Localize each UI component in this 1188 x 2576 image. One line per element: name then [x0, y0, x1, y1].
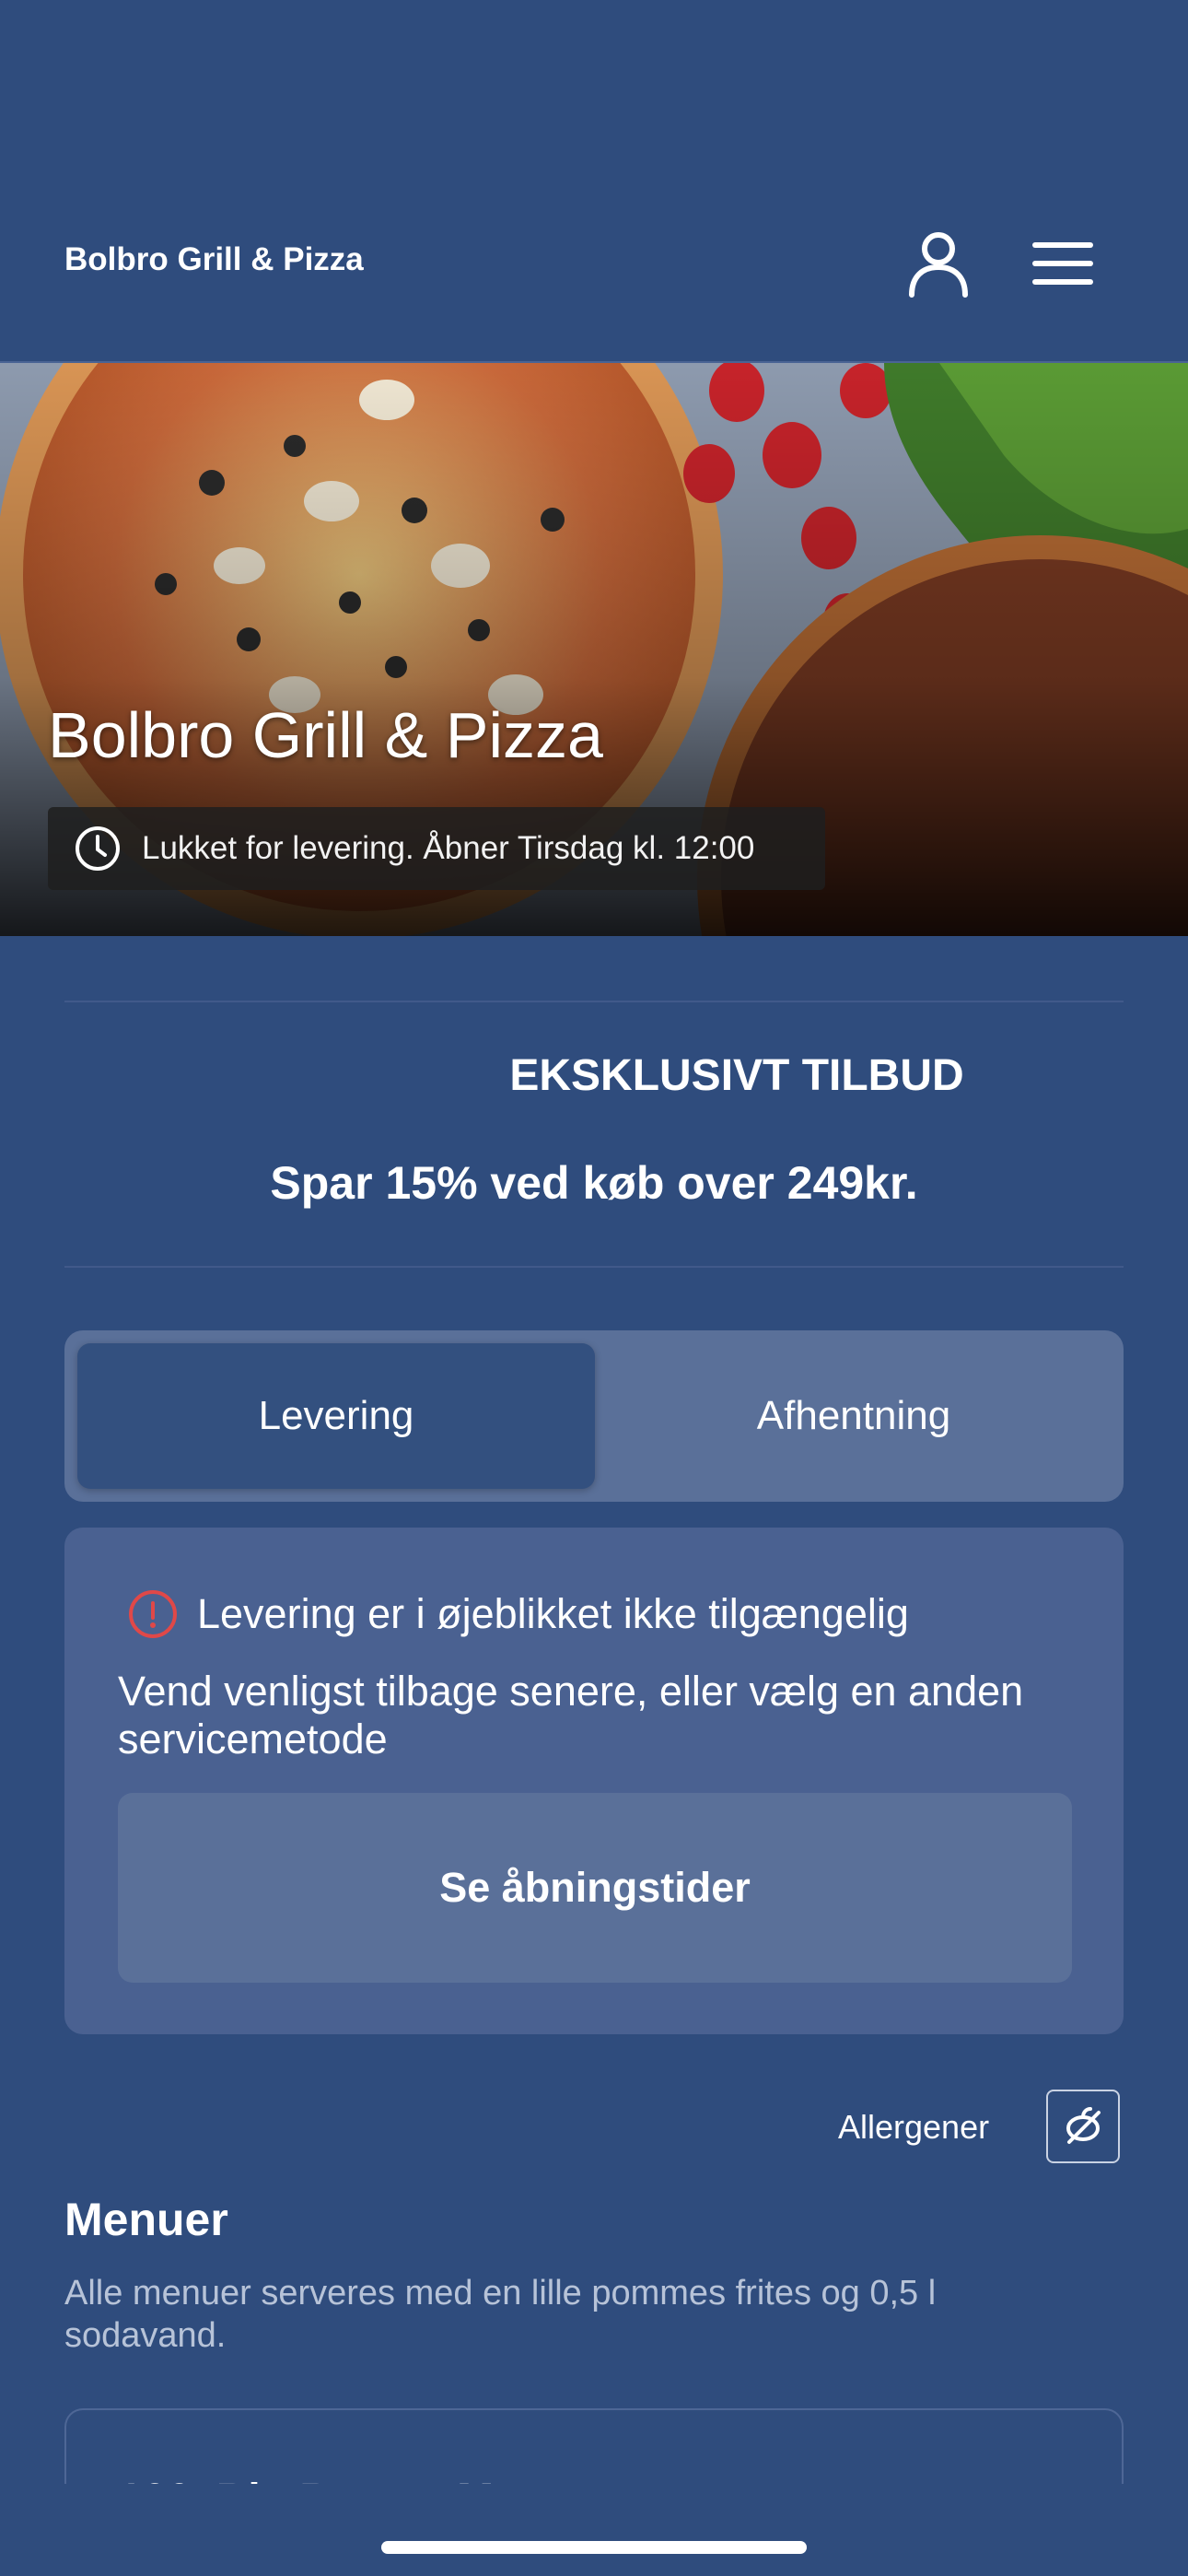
menu-button[interactable] — [1028, 236, 1098, 291]
app-header: Bolbro Grill & Pizza — [0, 0, 1188, 363]
section-description: Alle menuer serveres med en lille pommes… — [64, 2274, 937, 2355]
notice-title: Levering er i øjeblikket ikke tilgængeli… — [197, 1590, 909, 1637]
notice-body: Vend venligst tilbage senere, eller vælg… — [118, 1668, 1024, 1762]
allergens-label[interactable]: Allergener — [838, 2108, 989, 2147]
brand-name[interactable]: Bolbro Grill & Pizza — [64, 241, 364, 278]
tab-delivery[interactable]: Levering — [77, 1343, 595, 1489]
hamburger-menu-icon — [1032, 242, 1093, 285]
offer-subtitle: Spar 15% ved køb over 249kr. — [270, 1157, 918, 1209]
allergens-button[interactable] — [1046, 2090, 1120, 2163]
home-indicator[interactable] — [381, 2541, 807, 2554]
opening-status-text: Lukket for levering. Åbner Tirsdag kl. 1… — [142, 830, 755, 866]
account-button[interactable] — [901, 227, 976, 302]
opening-hours-button[interactable]: Se åbningstider — [118, 1793, 1072, 1983]
hero-title: Bolbro Grill & Pizza — [48, 699, 603, 771]
bottom-safe-area — [0, 2484, 1188, 2576]
allergen-filter-icon — [1066, 2107, 1101, 2144]
user-icon — [909, 232, 968, 298]
divider — [64, 1001, 1124, 1002]
clock-icon — [76, 826, 120, 871]
opening-status: Lukket for levering. Åbner Tirsdag kl. 1… — [48, 807, 825, 890]
section-title-menus: Menuer — [64, 2194, 228, 2245]
service-method-switch: Levering Afhentning — [64, 1330, 1124, 1502]
notice-header: Levering er i øjeblikket ikke tilgængeli… — [127, 1588, 909, 1640]
tab-pickup[interactable]: Afhentning — [595, 1343, 1112, 1489]
hero-banner: Bolbro Grill & Pizza Lukket for levering… — [0, 363, 1188, 936]
offer-title: EKSKLUSIVT TILBUD — [509, 1051, 964, 1100]
delivery-unavailable-notice: Levering er i øjeblikket ikke tilgængeli… — [64, 1528, 1124, 2034]
warning-icon — [129, 1590, 177, 1638]
divider — [64, 1266, 1124, 1268]
